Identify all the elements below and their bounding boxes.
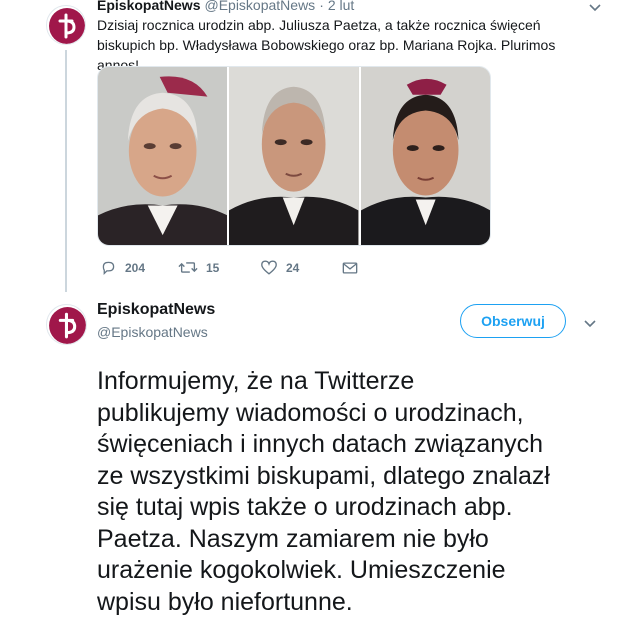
reply-icon <box>100 259 117 276</box>
tweet-text-line: się tutaj wpis także o urodzinach abp. <box>97 492 637 524</box>
retweet-button[interactable]: 15 <box>178 259 260 276</box>
tweet-text-line: ze wszystkimi biskupami, dlatego znalazł <box>97 461 637 493</box>
like-count: 24 <box>286 261 299 275</box>
episkopat-logo <box>47 6 86 45</box>
message-button[interactable] <box>342 259 372 276</box>
portrait-image <box>98 67 227 245</box>
bishop-photo-2[interactable] <box>229 67 358 245</box>
tweet-actions: 204 15 24 <box>100 259 372 276</box>
tweet-header: EpiskopatNews @EpiskopatNews · 2 lut <box>97 0 354 13</box>
thread-line <box>65 50 67 292</box>
user-handle[interactable]: @EpiskopatNews <box>97 324 208 340</box>
tweet-text-line: święceniach i innych datach związanych <box>97 429 637 461</box>
like-button[interactable]: 24 <box>260 259 342 276</box>
bishop-photo-1[interactable] <box>98 67 227 245</box>
user-handle[interactable]: @EpiskopatNews <box>204 0 315 13</box>
retweet-icon <box>178 259 198 276</box>
reply-button[interactable]: 204 <box>100 259 178 276</box>
tweet-text-line: Informujemy, że na Twitterze <box>97 366 637 398</box>
tweet-text-line: publikujemy wiadomości o urodzinach, <box>97 398 637 430</box>
tweet-text-line: wpisu było niefortunne. <box>97 587 637 618</box>
chevron-down-icon[interactable] <box>583 316 597 334</box>
tweet-media[interactable] <box>97 66 491 246</box>
avatar[interactable] <box>46 5 86 45</box>
tweet-text-line: urażenie kogokolwiek. Umieszczenie <box>97 555 637 587</box>
avatar[interactable] <box>46 304 87 345</box>
chevron-down-icon[interactable] <box>588 0 602 18</box>
bishop-photo-3[interactable] <box>361 67 490 245</box>
tweet-time[interactable]: 2 lut <box>328 0 354 13</box>
display-name[interactable]: EpiskopatNews <box>97 0 200 13</box>
episkopat-logo <box>47 305 87 345</box>
reply-count: 204 <box>125 261 145 275</box>
portrait-image <box>229 67 358 245</box>
portrait-image <box>361 67 490 245</box>
retweet-count: 15 <box>206 261 219 275</box>
tweet-text: Informujemy, że na Twitterze publikujemy… <box>97 366 637 618</box>
like-icon <box>260 259 278 276</box>
separator: · <box>319 0 324 13</box>
message-icon <box>342 261 358 275</box>
follow-button[interactable]: Obserwuj <box>460 304 566 338</box>
tweet-text-line: Paetza. Naszym zamiarem nie było <box>97 524 637 556</box>
display-name[interactable]: EpiskopatNews <box>97 301 215 319</box>
